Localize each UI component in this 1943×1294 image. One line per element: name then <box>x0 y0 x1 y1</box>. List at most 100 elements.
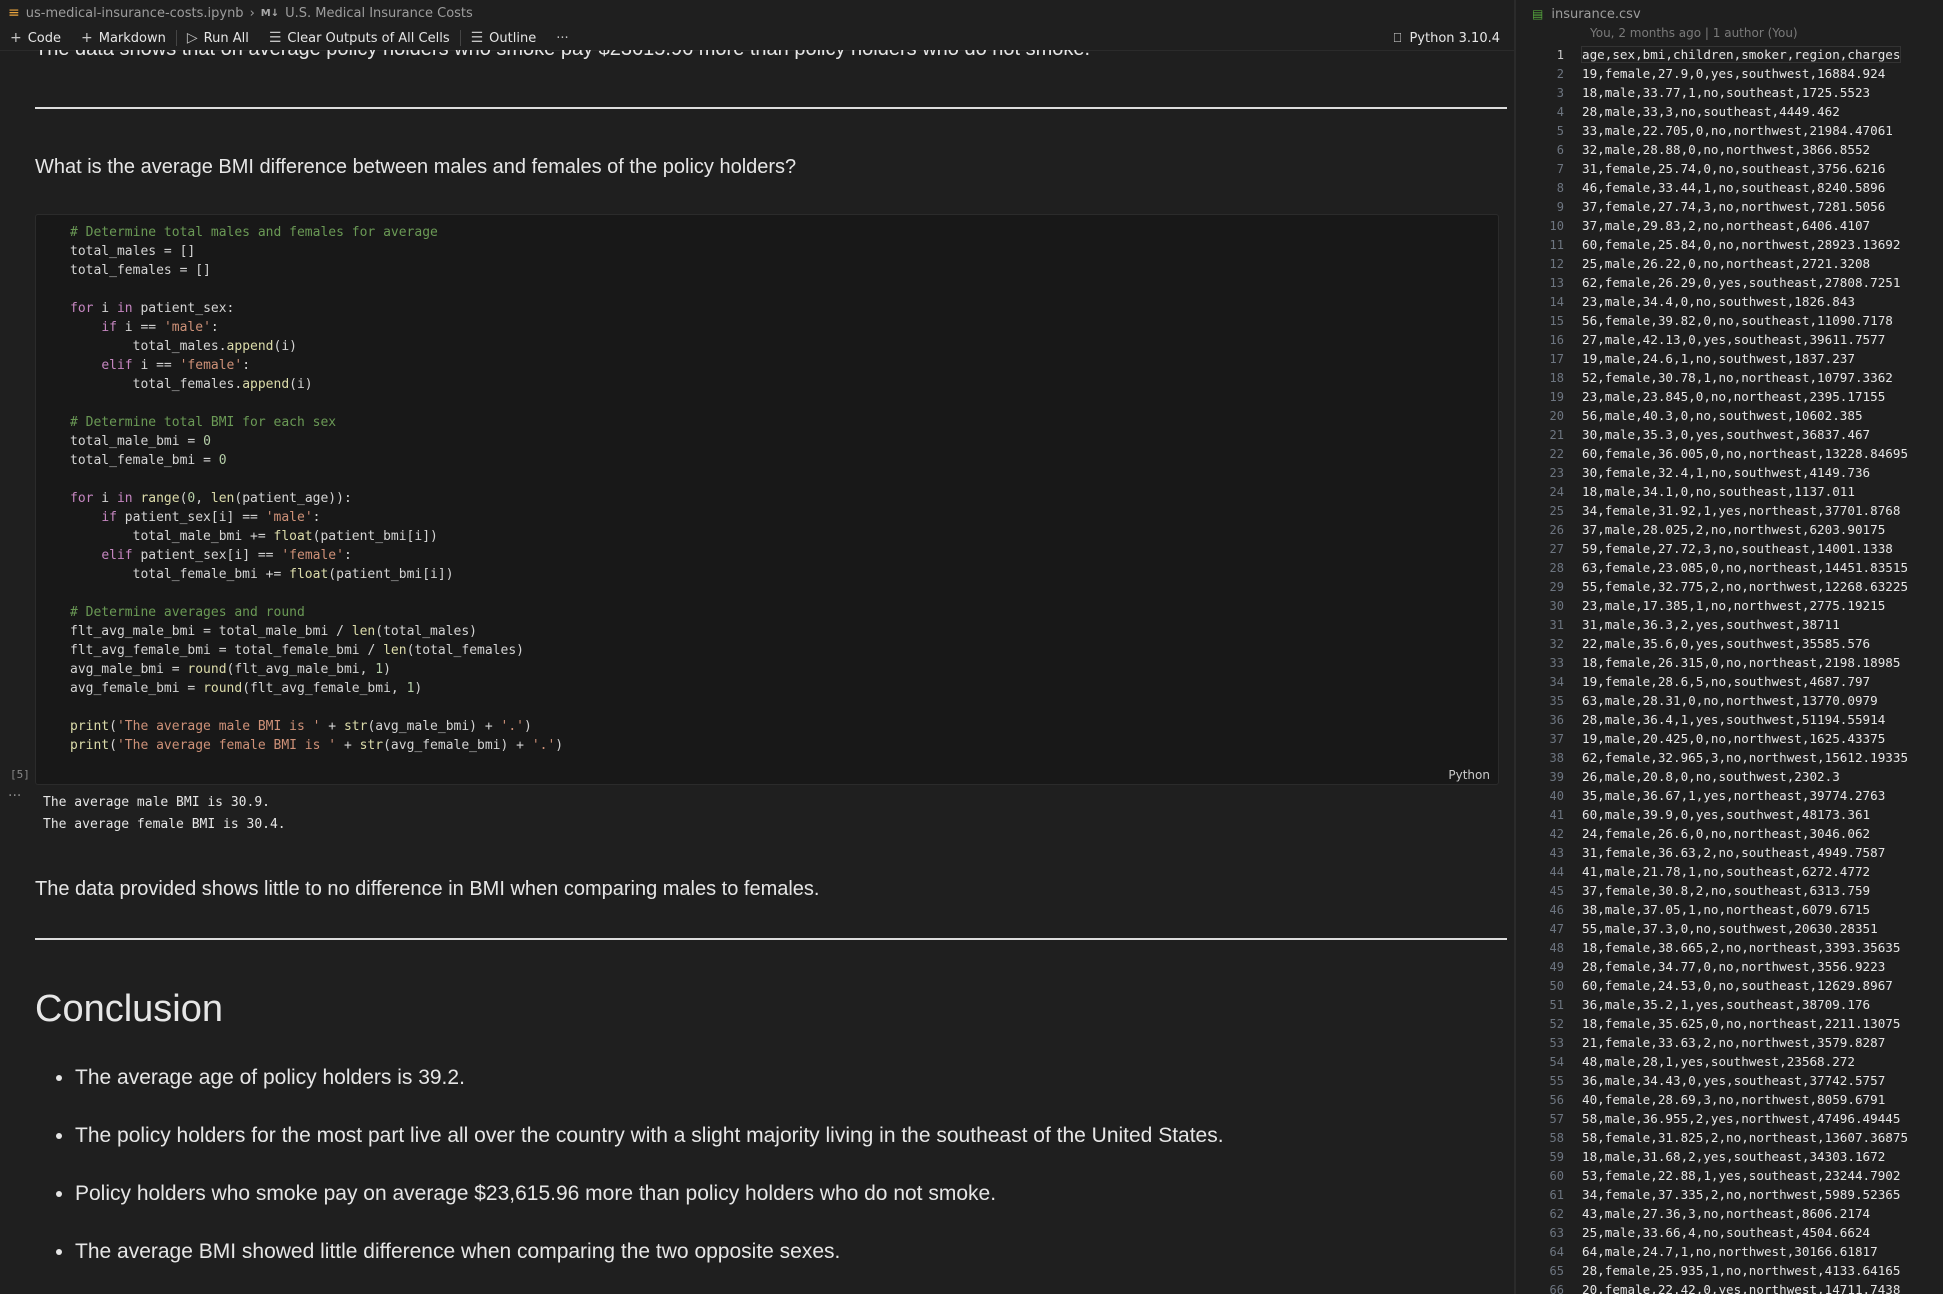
csv-line[interactable]: 12 25,male,26.22,0,no,northeast,2721.3208 <box>1516 254 1943 273</box>
csv-line[interactable]: 58 58,female,31.825,2,no,northeast,13607.… <box>1516 1128 1943 1147</box>
csv-line[interactable]: 49 28,female,34.77,0,no,northwest,3556.92… <box>1516 957 1943 976</box>
code-line[interactable]: for i in patient_sex: <box>70 299 563 318</box>
csv-line[interactable]: 23 30,female,32.4,1,no,southwest,4149.736 <box>1516 463 1943 482</box>
csv-line[interactable]: 2 19,female,27.9,0,yes,southwest,16884.92… <box>1516 64 1943 83</box>
more-actions-button[interactable]: ··· <box>546 31 578 46</box>
code-line[interactable]: total_males = [] <box>70 242 563 261</box>
code-line[interactable] <box>70 584 563 603</box>
csv-line[interactable]: 50 60,female,24.53,0,no,southeast,12629.8… <box>1516 976 1943 995</box>
outline-button[interactable]: ☰ Outline <box>461 30 547 46</box>
add-code-cell-button[interactable]: + Code <box>0 30 71 46</box>
csv-line[interactable]: 15 56,female,39.82,0,no,southeast,11090.7… <box>1516 311 1943 330</box>
csv-line[interactable]: 27 59,female,27.72,3,no,southeast,14001.1… <box>1516 539 1943 558</box>
csv-line[interactable]: 40 35,male,36.67,1,yes,northeast,39774.27… <box>1516 786 1943 805</box>
code-line[interactable] <box>70 394 563 413</box>
csv-line[interactable]: 13 62,female,26.29,0,yes,southeast,27808.… <box>1516 273 1943 292</box>
code-line[interactable]: total_females = [] <box>70 261 563 280</box>
code-line[interactable]: # Determine total males and females for … <box>70 223 563 242</box>
code-line[interactable]: print('The average female BMI is ' + str… <box>70 736 563 755</box>
code-line[interactable]: elif i == 'female': <box>70 356 563 375</box>
csv-line[interactable]: 6 32,male,28.88,0,no,northwest,3866.8552 <box>1516 140 1943 159</box>
csv-line[interactable]: 57 58,male,36.955,2,yes,northwest,47496.4… <box>1516 1109 1943 1128</box>
csv-line[interactable]: 3 18,male,33.77,1,no,southeast,1725.5523 <box>1516 83 1943 102</box>
markdown-cell-smoker-summary[interactable]: The data shows that on average policy ho… <box>35 50 1494 61</box>
add-markdown-cell-button[interactable]: + Markdown <box>71 30 176 46</box>
code-cell[interactable]: # Determine total males and females for … <box>35 214 1499 785</box>
output-actions-button[interactable]: ··· <box>8 788 21 804</box>
csv-line[interactable]: 44 41,male,21.78,1,no,southeast,6272.4772 <box>1516 862 1943 881</box>
code-line[interactable] <box>70 280 563 299</box>
csv-line[interactable]: 52 18,female,35.625,0,no,northeast,2211.1… <box>1516 1014 1943 1033</box>
markdown-cell-bmi-summary[interactable]: The data provided shows little to no dif… <box>35 878 1494 901</box>
csv-line[interactable]: 19 23,male,23.845,0,no,northeast,2395.171… <box>1516 387 1943 406</box>
code-editor[interactable]: # Determine total males and females for … <box>70 223 563 755</box>
csv-line[interactable]: 51 36,male,35.2,1,yes,southeast,38709.176 <box>1516 995 1943 1014</box>
breadcrumb-section[interactable]: U.S. Medical Insurance Costs <box>285 6 473 21</box>
clear-outputs-button[interactable]: ☰ Clear Outputs of All Cells <box>259 30 460 46</box>
csv-line[interactable]: 64 64,male,24.7,1,no,northwest,30166.6181… <box>1516 1242 1943 1261</box>
csv-line[interactable]: 24 18,male,34.1,0,no,southeast,1137.011 <box>1516 482 1943 501</box>
code-line[interactable] <box>70 698 563 717</box>
csv-line[interactable]: 7 31,female,25.74,0,no,southeast,3756.621… <box>1516 159 1943 178</box>
kernel-picker[interactable]: ⎕ Python 3.10.4 <box>1394 26 1500 50</box>
csv-line[interactable]: 46 38,male,37.05,1,no,northeast,6079.6715 <box>1516 900 1943 919</box>
csv-line[interactable]: 33 18,female,26.315,0,no,northeast,2198.1… <box>1516 653 1943 672</box>
git-blame-annotation[interactable]: You, 2 months ago | 1 author (You) <box>1590 26 1798 40</box>
csv-line[interactable]: 41 60,male,39.9,0,yes,southwest,48173.361 <box>1516 805 1943 824</box>
csv-line[interactable]: 48 18,female,38.665,2,no,northeast,3393.3… <box>1516 938 1943 957</box>
csv-line[interactable]: 56 40,female,28.69,3,no,northwest,8059.67… <box>1516 1090 1943 1109</box>
csv-line[interactable]: 11 60,female,25.84,0,no,northwest,28923.1… <box>1516 235 1943 254</box>
csv-line[interactable]: 10 37,male,29.83,2,no,northeast,6406.4107 <box>1516 216 1943 235</box>
csv-line[interactable]: 8 46,female,33.44,1,no,southeast,8240.589… <box>1516 178 1943 197</box>
csv-line[interactable]: 14 23,male,34.4,0,no,southwest,1826.843 <box>1516 292 1943 311</box>
code-line[interactable]: total_female_bmi = 0 <box>70 451 563 470</box>
csv-line[interactable]: 21 30,male,35.3,0,yes,southwest,36837.467 <box>1516 425 1943 444</box>
markdown-cell-conclusion[interactable]: The average age of policy holders is 39.… <box>35 1062 1494 1294</box>
run-all-button[interactable]: ▷ Run All <box>177 30 259 46</box>
csv-line[interactable]: 62 43,male,27.36,3,no,northeast,8606.2174 <box>1516 1204 1943 1223</box>
code-line[interactable]: if i == 'male': <box>70 318 563 337</box>
editor-tab-title[interactable]: ▤ insurance.csv <box>1532 4 1641 24</box>
csv-line[interactable]: 63 25,male,33.66,4,no,southeast,4504.6624 <box>1516 1223 1943 1242</box>
csv-line[interactable]: 9 37,female,27.74,3,no,northwest,7281.505… <box>1516 197 1943 216</box>
csv-line[interactable]: 53 21,female,33.63,2,no,northwest,3579.82… <box>1516 1033 1943 1052</box>
csv-line[interactable]: 25 34,female,31.92,1,yes,northeast,37701.… <box>1516 501 1943 520</box>
csv-line[interactable]: 42 24,female,26.6,0,no,northeast,3046.062 <box>1516 824 1943 843</box>
cell-language-label[interactable]: Python <box>1448 768 1490 782</box>
code-line[interactable]: for i in range(0, len(patient_age)): <box>70 489 563 508</box>
csv-line[interactable]: 38 62,female,32.965,3,no,northwest,15612.… <box>1516 748 1943 767</box>
csv-line[interactable]: 20 56,male,40.3,0,no,southwest,10602.385 <box>1516 406 1943 425</box>
conclusion-heading[interactable]: Conclusion <box>35 988 1494 1031</box>
csv-line[interactable]: 55 36,male,34.43,0,yes,southeast,37742.57… <box>1516 1071 1943 1090</box>
markdown-cell-question[interactable]: What is the average BMI difference betwe… <box>35 156 1494 179</box>
csv-line[interactable]: 32 22,male,35.6,0,yes,southwest,35585.576 <box>1516 634 1943 653</box>
csv-line[interactable]: 59 18,male,31.68,2,yes,southeast,34303.16… <box>1516 1147 1943 1166</box>
csv-line[interactable]: 45 37,female,30.8,2,no,southeast,6313.759 <box>1516 881 1943 900</box>
csv-line[interactable]: 65 28,female,25.935,1,no,northwest,4133.6… <box>1516 1261 1943 1280</box>
csv-line[interactable]: 61 34,female,37.335,2,no,northwest,5989.5… <box>1516 1185 1943 1204</box>
code-line[interactable]: total_male_bmi += float(patient_bmi[i]) <box>70 527 563 546</box>
code-line[interactable] <box>70 470 563 489</box>
csv-line[interactable]: 28 63,female,23.085,0,no,northeast,14451.… <box>1516 558 1943 577</box>
code-line[interactable]: flt_avg_female_bmi = total_female_bmi / … <box>70 641 563 660</box>
csv-line[interactable]: 1 age,sex,bmi,children,smoker,region,char… <box>1516 45 1943 64</box>
csv-line[interactable]: 18 52,female,30.78,1,no,northeast,10797.3… <box>1516 368 1943 387</box>
csv-line[interactable]: 31 31,male,36.3,2,yes,southwest,38711 <box>1516 615 1943 634</box>
csv-line[interactable]: 26 37,male,28.025,2,no,northwest,6203.901… <box>1516 520 1943 539</box>
csv-line[interactable]: 35 63,male,28.31,0,no,northwest,13770.097… <box>1516 691 1943 710</box>
code-line[interactable]: avg_female_bmi = round(flt_avg_female_bm… <box>70 679 563 698</box>
csv-line[interactable]: 5 33,male,22.705,0,no,northwest,21984.470… <box>1516 121 1943 140</box>
code-line[interactable]: # Determine total BMI for each sex <box>70 413 563 432</box>
csv-line[interactable]: 60 53,female,22.88,1,yes,southeast,23244.… <box>1516 1166 1943 1185</box>
csv-line[interactable]: 29 55,female,32.775,2,no,northwest,12268.… <box>1516 577 1943 596</box>
code-line[interactable]: avg_male_bmi = round(flt_avg_male_bmi, 1… <box>70 660 563 679</box>
csv-line[interactable]: 37 19,male,20.425,0,no,northwest,1625.433… <box>1516 729 1943 748</box>
csv-line[interactable]: 22 60,female,36.005,0,no,northeast,13228.… <box>1516 444 1943 463</box>
code-line[interactable]: print('The average male BMI is ' + str(a… <box>70 717 563 736</box>
csv-line[interactable]: 54 48,male,28,1,yes,southwest,23568.272 <box>1516 1052 1943 1071</box>
csv-line[interactable]: 30 23,male,17.385,1,no,northwest,2775.192… <box>1516 596 1943 615</box>
code-line[interactable]: total_male_bmi = 0 <box>70 432 563 451</box>
csv-line[interactable]: 34 19,female,28.6,5,no,southwest,4687.797 <box>1516 672 1943 691</box>
csv-line[interactable]: 43 31,female,36.63,2,no,southeast,4949.75… <box>1516 843 1943 862</box>
csv-line[interactable]: 36 28,male,36.4,1,yes,southwest,51194.559… <box>1516 710 1943 729</box>
